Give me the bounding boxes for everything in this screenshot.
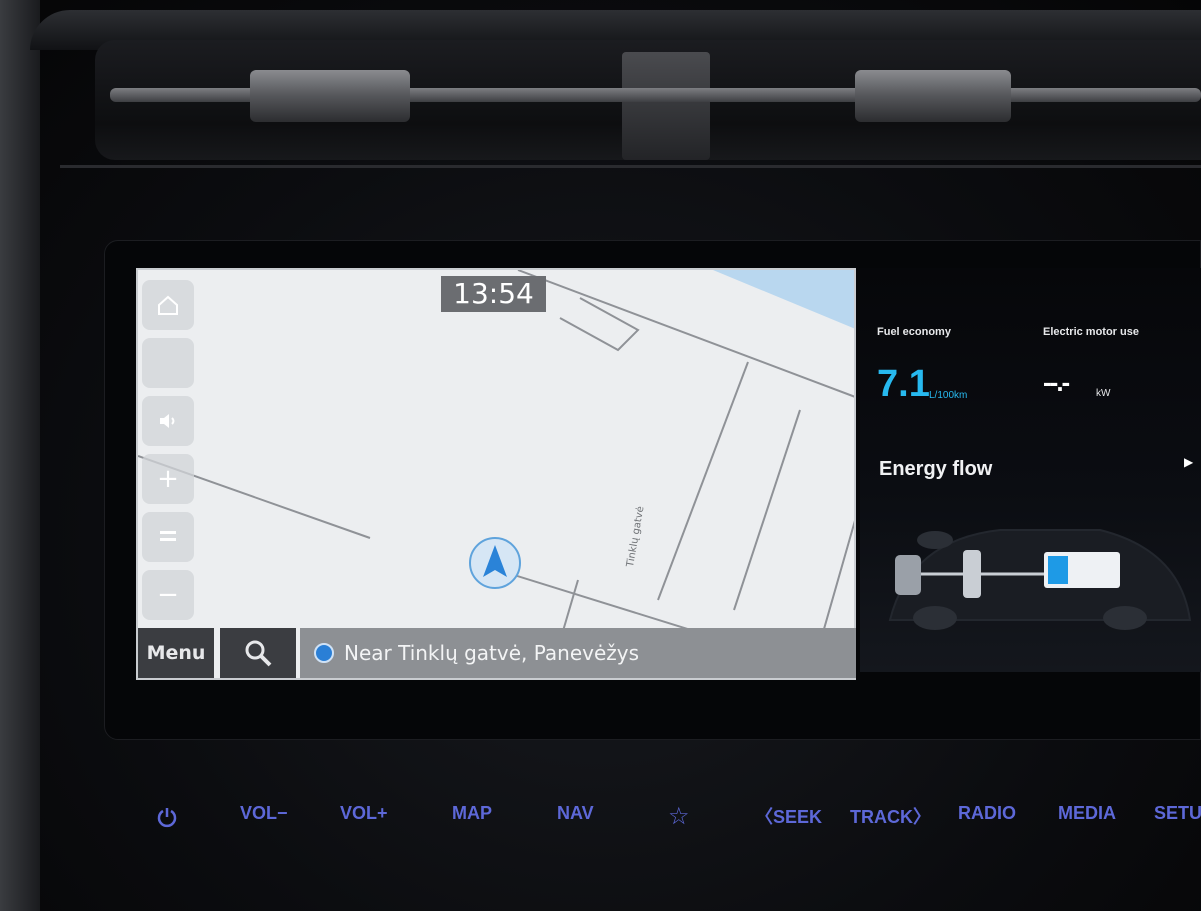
location-dot-icon	[314, 643, 334, 663]
vent-center-clip	[622, 52, 710, 160]
compass-button[interactable]	[142, 338, 194, 388]
location-bar[interactable]: Near Tinklų gatvė, Panevėžys	[300, 628, 856, 678]
battery-level-fill	[1048, 556, 1069, 584]
star-icon[interactable]: ☆	[668, 802, 690, 830]
trim-line	[60, 165, 1201, 168]
fuel-economy-unit: L/100km	[929, 390, 968, 401]
vol-up-button[interactable]: VOL+	[340, 803, 388, 824]
current-position-icon	[469, 537, 521, 589]
engine-icon	[895, 555, 921, 595]
location-text: Near Tinklų gatvė, Panevėžys	[344, 641, 640, 665]
seek-button[interactable]: 〈SEEK	[755, 803, 822, 829]
home-icon	[158, 295, 178, 315]
fuel-economy-value: 7.1	[877, 363, 930, 405]
vent-right-knob[interactable]	[855, 70, 1011, 122]
battery-indicator	[1044, 552, 1120, 588]
view-mode-button[interactable]	[142, 512, 194, 562]
electric-motor-label: Electric motor use	[1043, 326, 1139, 338]
sound-button[interactable]	[142, 396, 194, 446]
energy-flow-diagram	[888, 529, 1192, 630]
media-button[interactable]: MEDIA	[1058, 803, 1116, 824]
vent-left-knob[interactable]	[250, 70, 410, 122]
map-clock: 13:54	[441, 276, 546, 312]
home-button[interactable]	[142, 280, 194, 330]
fuel-economy-label: Fuel economy	[877, 326, 951, 338]
power-icon[interactable]	[156, 806, 178, 828]
map-button[interactable]: MAP	[452, 803, 492, 824]
zoom-out-button[interactable]: −	[142, 570, 194, 620]
electric-motor-value: --.-	[1043, 367, 1070, 397]
zoom-in-button[interactable]: +	[142, 454, 194, 504]
menu-button[interactable]: Menu	[138, 628, 214, 678]
zoom-in-icon: +	[157, 464, 179, 494]
energy-flow-title: Energy flow	[879, 458, 993, 480]
map-roads	[138, 270, 854, 678]
motor-icon	[963, 550, 981, 598]
navigation-map[interactable]: Tinklų gatvė	[136, 268, 856, 680]
nav-button[interactable]: NAV	[557, 803, 594, 824]
search-button[interactable]	[220, 628, 296, 678]
sound-icon	[160, 414, 175, 428]
zoom-out-icon: −	[157, 580, 179, 610]
vol-down-button[interactable]: VOL−	[240, 803, 288, 824]
radio-button[interactable]: RADIO	[958, 803, 1016, 824]
compass-icon	[166, 357, 170, 369]
search-icon	[245, 640, 272, 667]
dash-left-edge	[0, 0, 40, 911]
track-button[interactable]: TRACK〉	[850, 803, 931, 829]
electric-motor-unit: kW	[1096, 388, 1111, 399]
next-page-icon[interactable]: ▶	[1184, 455, 1193, 469]
view-mode-icon	[160, 531, 176, 541]
setup-button[interactable]: SETU	[1154, 803, 1201, 824]
